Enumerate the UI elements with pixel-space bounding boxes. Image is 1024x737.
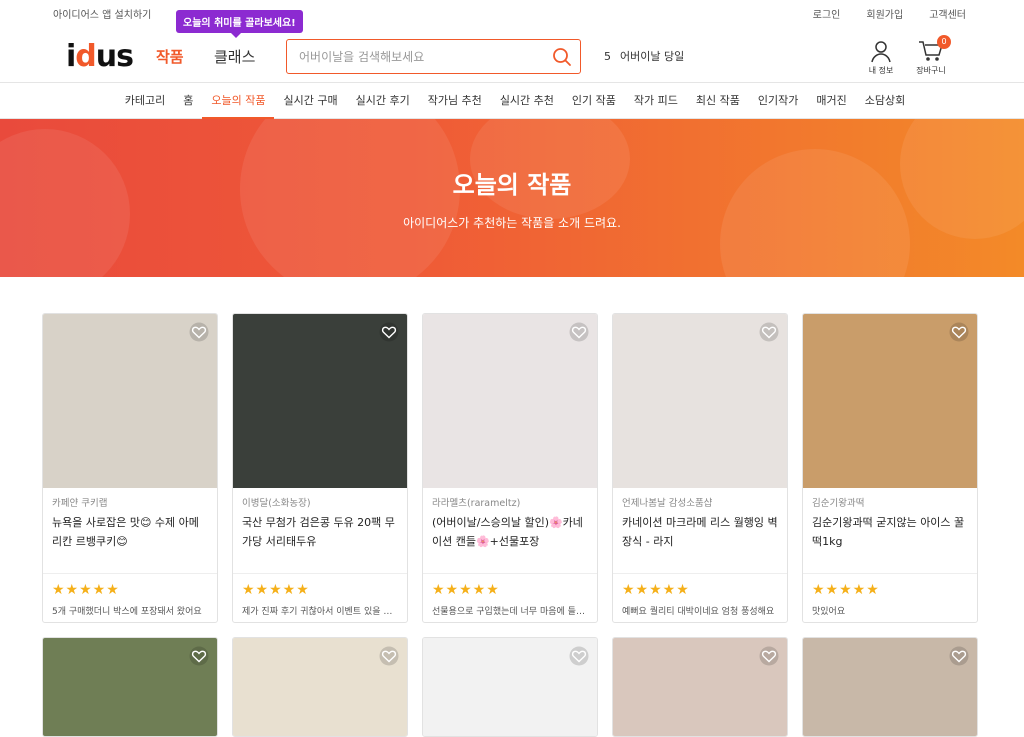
main-header: idus 작품 클래스 오늘의 취미를 골라보세요! 5 어버이날 당일 내 정보… xyxy=(0,10,1024,83)
review-snippet[interactable]: 제가 진짜 후기 귀찮아서 이벤트 있을 때만 xyxy=(242,604,398,617)
login-link[interactable]: 로그인 xyxy=(813,6,841,21)
rating-stars: ★★★★★ xyxy=(242,582,310,598)
heart-icon[interactable] xyxy=(379,322,399,346)
heart-icon[interactable] xyxy=(949,646,969,670)
tab-class[interactable]: 클래스 xyxy=(214,46,255,67)
cart-button[interactable]: 0 장바구니 xyxy=(907,35,955,76)
product-image[interactable] xyxy=(803,638,977,736)
product-card[interactable]: 이병달(소화농장) 국산 무첨가 검은콩 두유 20팩 무가당 서리태두유 ★★★★… xyxy=(232,313,408,623)
product-artist[interactable]: 언제나봄날 감성소품샵 xyxy=(622,495,778,509)
signup-link[interactable]: 회원가입 xyxy=(866,6,903,21)
search-box xyxy=(286,39,581,74)
my-info-label: 내 정보 xyxy=(868,66,894,75)
heart-icon[interactable] xyxy=(759,646,779,670)
hero-banner: 오늘의 작품 아이디어스가 추천하는 작품을 소개 드려요. xyxy=(0,119,1024,277)
product-title[interactable]: 뉴욕을 사로잡은 맛😊 수제 아메리칸 르뱅쿠키😊 xyxy=(52,513,208,573)
rating-stars: ★★★★★ xyxy=(52,582,120,598)
nav-item[interactable]: 소담상회 xyxy=(856,83,914,118)
product-card[interactable] xyxy=(422,637,598,737)
review-snippet[interactable]: 맛있어요 xyxy=(812,604,968,617)
rating-stars: ★★★★★ xyxy=(812,582,880,598)
heart-icon[interactable] xyxy=(189,646,209,670)
rating-stars: ★★★★★ xyxy=(432,582,500,598)
cart-count-badge: 0 xyxy=(937,35,951,49)
product-image[interactable] xyxy=(423,638,597,736)
nav-item[interactable]: 실시간 후기 xyxy=(347,83,419,118)
trending-rank: 5 xyxy=(604,50,611,63)
product-image[interactable] xyxy=(233,314,407,488)
category-nav: 카테고리 홈 오늘의 작품 실시간 구매 실시간 후기 작가님 추천 실시간 추천 인기 작품… xyxy=(0,83,1024,119)
product-grid: 카페얀 쿠키랩뉴욕을 사로잡은 맛😊 수제 아메리칸 르뱅쿠키😊 ★★★★★ 5개 … xyxy=(42,313,978,737)
product-card[interactable]: 카페얀 쿠키랩뉴욕을 사로잡은 맛😊 수제 아메리칸 르뱅쿠키😊 ★★★★★ 5개 … xyxy=(42,313,218,623)
product-card[interactable]: 라라멜츠(rarameltz) (어버이날/스승의날 할인)🌸카네이션 캔들🌸+선… xyxy=(422,313,598,623)
product-title[interactable]: (어버이날/스승의날 할인)🌸카네이션 캔들🌸+선물포장 xyxy=(432,513,588,573)
rating-stars: ★★★★★ xyxy=(622,582,690,598)
hero-title: 오늘의 작품 xyxy=(452,171,572,199)
nav-item[interactable]: 홈 xyxy=(174,83,202,118)
search-input[interactable] xyxy=(287,40,544,73)
tab-works[interactable]: 작품 xyxy=(156,46,184,67)
review-snippet[interactable]: 예뻐요 퀄리티 대박이네요 엄청 풍성해요 xyxy=(622,604,778,617)
product-card[interactable]: 김순기왕과떡김순기왕과떡 굳지않는 아이스 꿀떡1kg ★★★★★ 맛있어요 xyxy=(802,313,978,623)
product-image[interactable] xyxy=(613,638,787,736)
app-install-link[interactable]: 아이디어스 앱 설치하기 xyxy=(53,6,151,21)
product-card[interactable] xyxy=(612,637,788,737)
nav-item[interactable]: 실시간 구매 xyxy=(274,83,346,118)
product-image[interactable] xyxy=(613,314,787,488)
trending-keyword[interactable]: 5 어버이날 당일 xyxy=(604,48,684,64)
product-image[interactable] xyxy=(803,314,977,488)
product-image[interactable] xyxy=(233,638,407,736)
trending-text: 어버이날 당일 xyxy=(620,50,685,63)
product-artist[interactable]: 이병달(소화농장) xyxy=(242,495,398,509)
top-utility-bar: 아이디어스 앱 설치하기 로그인 회원가입 고객센터 xyxy=(0,0,1024,27)
product-image[interactable] xyxy=(423,314,597,488)
nav-item[interactable]: 매거진 xyxy=(807,83,855,118)
nav-item[interactable]: 작가님 추천 xyxy=(419,83,491,118)
product-title[interactable]: 카네이션 마크라메 리스 월행잉 벽장식 - 라지 xyxy=(622,513,778,573)
review-snippet[interactable]: 5개 구매했더니 박스에 포장돼서 왔어요 xyxy=(52,604,208,617)
nav-item[interactable]: 카테고리 xyxy=(116,83,174,118)
heart-icon[interactable] xyxy=(949,322,969,346)
hero-subtitle: 아이디어스가 추천하는 작품을 소개 드려요. xyxy=(403,216,621,230)
nav-item[interactable]: 실시간 추천 xyxy=(491,83,563,118)
user-icon xyxy=(871,41,891,63)
review-snippet[interactable]: 선물용으로 구입했는데 너무 마음에 들어요 xyxy=(432,604,588,617)
nav-item[interactable]: 최신 작품 xyxy=(687,83,749,118)
nav-item[interactable]: 인기작가 xyxy=(749,83,807,118)
nav-item[interactable]: 작가 피드 xyxy=(625,83,687,118)
product-image[interactable] xyxy=(43,638,217,736)
nav-item[interactable]: 오늘의 작품 xyxy=(202,83,275,119)
heart-icon[interactable] xyxy=(569,646,589,670)
nav-item[interactable]: 인기 작품 xyxy=(563,83,625,118)
product-artist[interactable]: 카페얀 쿠키랩 xyxy=(52,495,208,509)
product-card[interactable] xyxy=(232,637,408,737)
heart-icon[interactable] xyxy=(379,646,399,670)
product-title[interactable]: 김순기왕과떡 굳지않는 아이스 꿀떡1kg xyxy=(812,513,968,573)
product-card[interactable] xyxy=(42,637,218,737)
product-image[interactable] xyxy=(43,314,217,488)
hobby-tooltip: 오늘의 취미를 골라보세요! xyxy=(176,10,303,38)
my-info-button[interactable]: 내 정보 xyxy=(857,39,905,76)
cart-label: 장바구니 xyxy=(916,66,946,75)
heart-icon[interactable] xyxy=(759,322,779,346)
search-icon[interactable] xyxy=(544,47,580,67)
heart-icon[interactable] xyxy=(569,322,589,346)
product-card[interactable] xyxy=(802,637,978,737)
idus-logo[interactable]: idus xyxy=(66,39,134,74)
product-artist[interactable]: 김순기왕과떡 xyxy=(812,495,968,509)
product-artist[interactable]: 라라멜츠(rarameltz) xyxy=(432,495,588,509)
heart-icon[interactable] xyxy=(189,322,209,346)
help-center-link[interactable]: 고객센터 xyxy=(929,6,966,21)
product-title[interactable]: 국산 무첨가 검은콩 두유 20팩 무가당 서리태두유 xyxy=(242,513,398,573)
product-card[interactable]: 언제나봄날 감성소품샵카네이션 마크라메 리스 월행잉 벽장식 - 라지 ★★★★… xyxy=(612,313,788,623)
